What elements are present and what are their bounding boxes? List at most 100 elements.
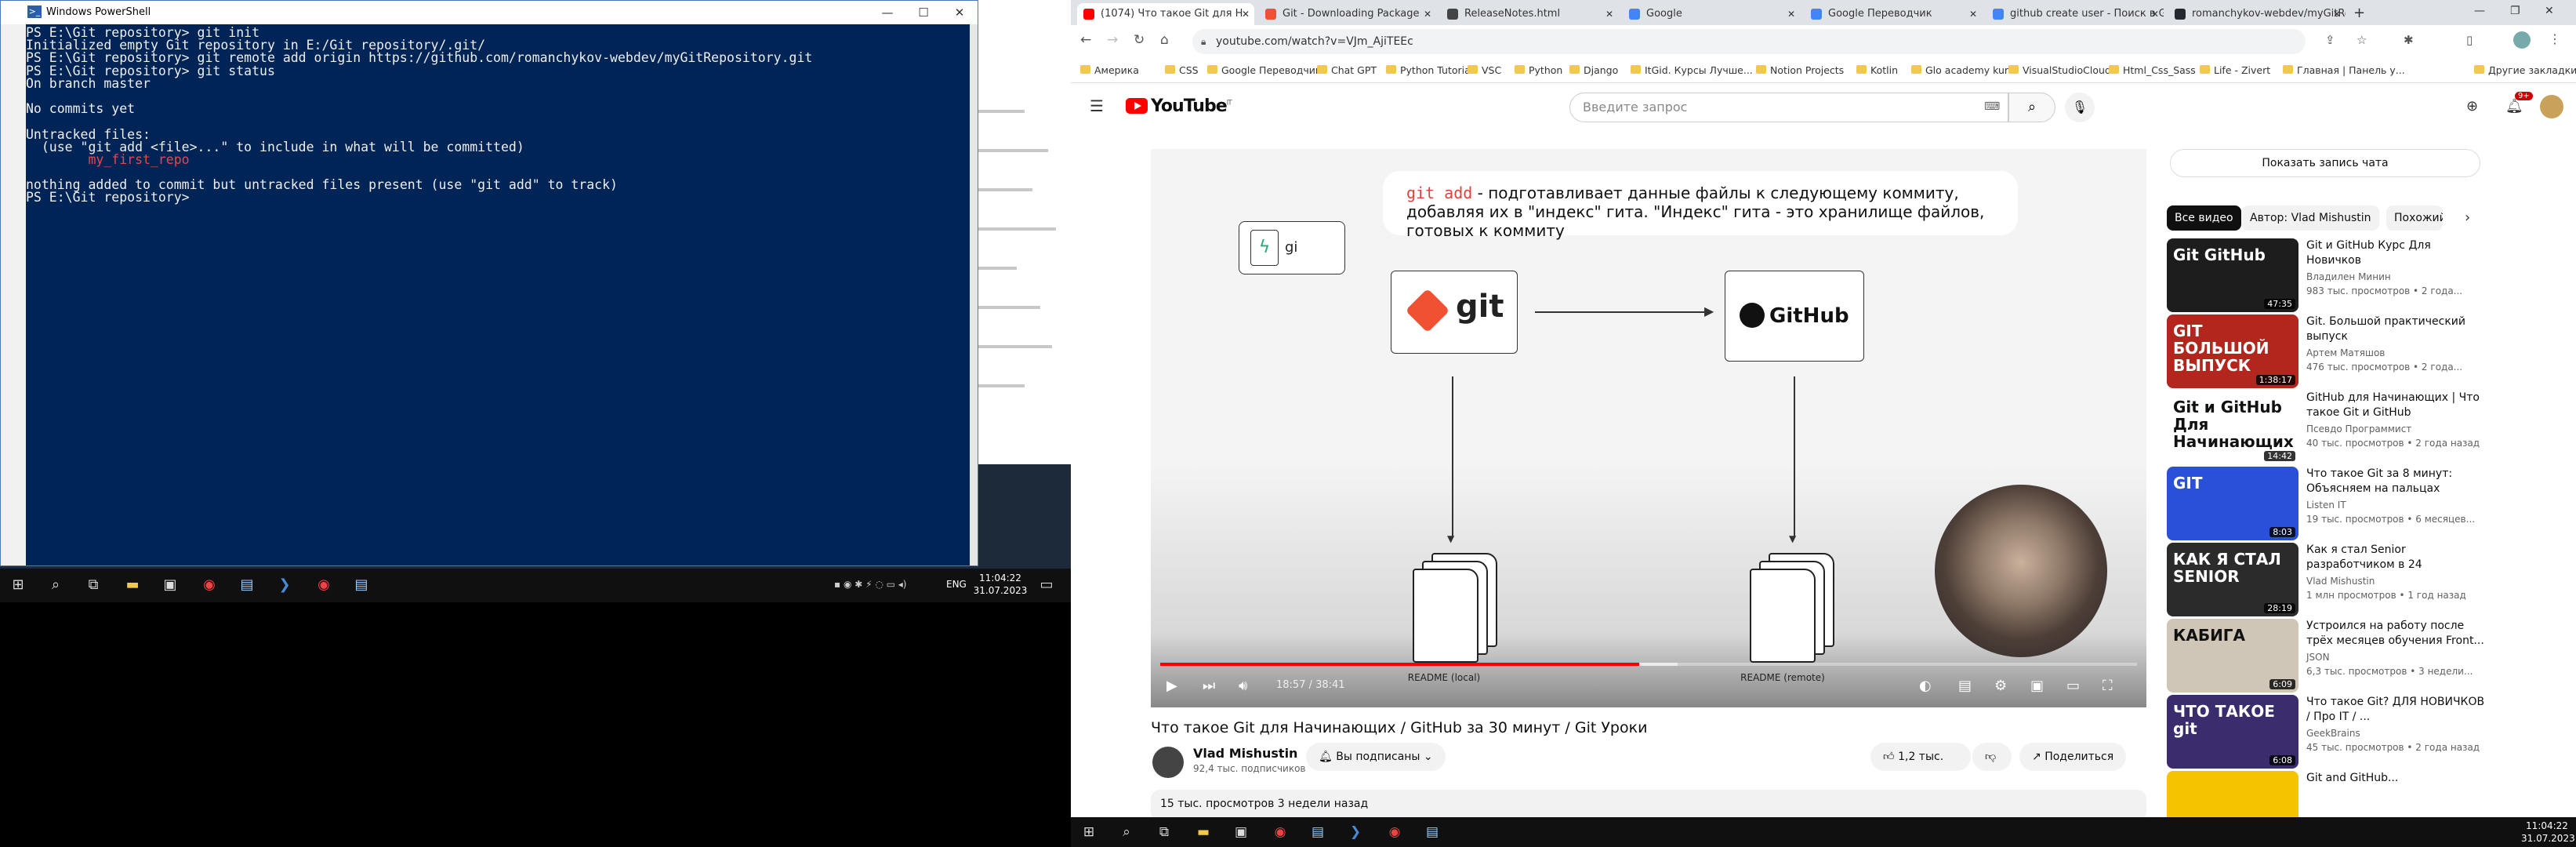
tab-youtube[interactable]: (1074) Что такое Git для Н ✕	[1077, 3, 1254, 25]
back-icon[interactable]: ←	[1080, 32, 1091, 48]
chip-author[interactable]: Автор: Vlad Mishustin	[2242, 205, 2379, 231]
close-icon[interactable]: ✕	[1605, 3, 1613, 25]
like-button[interactable]: 👍︎ 1,2 тыс.	[1870, 743, 1971, 771]
channel-avatar[interactable]	[1152, 747, 1184, 778]
recommendation-title[interactable]: Что такое Git? ДЛЯ НОВИЧКОВ / Про IT / .…	[2306, 695, 2487, 725]
recommendation-channel[interactable]: GeekBrains	[2306, 728, 2360, 739]
tab-github-repo[interactable]: romanchykov-webdev/myGitRe ✕	[2168, 3, 2346, 25]
description-box[interactable]: 15 тыс. просмотров 3 недели назад	[1151, 790, 2146, 821]
new-tab-button[interactable]: +	[2353, 5, 2365, 21]
video-thumbnail[interactable]: КАБИГА 6:09	[2167, 619, 2298, 693]
progress-bar[interactable]	[1160, 663, 2137, 666]
close-icon[interactable]: ✕	[2151, 3, 2159, 25]
bookmark-item[interactable]: Главная | Панель у...	[2283, 64, 2405, 76]
play-icon[interactable]: ▶	[1166, 678, 1177, 694]
file-explorer-icon[interactable]: ▬	[1193, 822, 1214, 842]
bookmark-item[interactable]: Америка	[1080, 64, 1139, 76]
tab-translate[interactable]: Google Переводчик ✕	[1805, 3, 1982, 25]
bookmark-item[interactable]: Django	[1569, 64, 1618, 76]
recommendation-item[interactable]: GIT БОЛЬШОЙ ВЫПУСК 1:38:17 Git. Большой пр…	[2167, 314, 2490, 390]
volume-icon[interactable]: 🔊︎	[1239, 678, 1247, 694]
chip-similar[interactable]: Похожий	[2386, 205, 2443, 231]
background-window[interactable]	[969, 0, 1071, 464]
bookmark-item[interactable]: VisualStudioCloud	[2008, 64, 2111, 76]
recommendation-title[interactable]: Git и GitHub Курс Для Новичков	[2306, 238, 2487, 268]
video-thumbnail[interactable]: ЧТО ТАКОЕ git 6:08	[2167, 695, 2298, 769]
tab-git-download[interactable]: Git - Downloading Package ✕	[1259, 3, 1436, 25]
recommendation-channel[interactable]: Vlad Mishustin	[2306, 576, 2375, 587]
windows-start-icon[interactable]: ⊞	[8, 575, 28, 595]
terminal-output[interactable]: PS E:\Git repository> git init Initialize…	[26, 24, 970, 565]
recommendation-item[interactable]: КАК Я СТАЛ SENIOR 28:19 Как я стал Senior …	[2167, 543, 2490, 618]
home-icon[interactable]: ⌂	[1160, 32, 1169, 48]
subtitles-icon[interactable]: ▤	[1958, 678, 1972, 694]
search-button[interactable]: ⌕	[2008, 93, 2055, 122]
autoplay-toggle[interactable]: ◐	[1919, 678, 1932, 694]
task-view-icon[interactable]: ⧉	[1154, 822, 1174, 842]
tab-release-notes[interactable]: ReleaseNotes.html ✕	[1441, 3, 1618, 25]
bell-icon[interactable]: 🔔︎	[2505, 98, 2523, 115]
app-icon[interactable]: ▤	[1308, 822, 1328, 842]
bookmark-item[interactable]: VSC	[1468, 64, 1501, 76]
chrome-icon[interactable]: ◉	[1270, 822, 1290, 842]
bookmark-item[interactable]: Python	[1515, 64, 1562, 76]
youtube-logo[interactable]: YouTubeIT	[1126, 96, 1232, 116]
bookmark-item[interactable]: Google Переводчик	[1207, 64, 1321, 76]
powershell-window[interactable]: >_ Windows PowerShell — ☐ ✕ PS E:\Git re…	[0, 0, 978, 566]
bookmark-item[interactable]: Life - Zivert	[2200, 64, 2270, 76]
search-icon[interactable]: ⌕	[1116, 822, 1137, 842]
recommendation-channel[interactable]: JSON	[2306, 652, 2330, 663]
recommendation-channel[interactable]: Псевдо Программист	[2306, 424, 2411, 434]
recommendation-channel[interactable]: Владилен Минин	[2306, 271, 2391, 282]
search-icon[interactable]: ⌕	[45, 575, 66, 595]
chrome-icon[interactable]: ◉	[314, 575, 334, 595]
close-icon[interactable]: ✕	[1969, 3, 1977, 25]
scrollbar[interactable]	[970, 24, 978, 565]
miniplayer-icon[interactable]: ▣	[2030, 678, 2044, 694]
hamburger-menu-icon[interactable]: ☰	[1090, 96, 1104, 115]
close-button[interactable]: ✕	[942, 1, 978, 24]
search-input[interactable]: Введите запрос	[1569, 93, 2008, 122]
clock[interactable]: 11:04:22 31.07.2023	[2521, 820, 2575, 845]
close-icon[interactable]: ✕	[1424, 3, 1431, 25]
avatar[interactable]	[2540, 95, 2563, 118]
maximize-button[interactable]: ❐	[2510, 5, 2520, 17]
language-indicator[interactable]: ENG	[946, 579, 967, 590]
tray-icons[interactable]: ▪ ◉ ✱ ⚡ ◌ ▭ ◂)	[834, 579, 906, 590]
powershell-taskbar-icon[interactable]: ❯	[274, 575, 295, 595]
extensions-icon[interactable]: ✱	[2404, 33, 2414, 47]
minimize-button[interactable]: —	[2474, 5, 2485, 17]
forward-icon[interactable]: →	[1107, 32, 1118, 48]
tab-google[interactable]: Google ✕	[1623, 3, 1800, 25]
recommendation-item[interactable]: ЧТО ТАКОЕ git 6:08 Что такое Git? ДЛЯ НОВИ…	[2167, 695, 2490, 770]
show-chat-replay-button[interactable]: Показать запись чата	[2170, 149, 2480, 177]
chrome-icon[interactable]: ◉	[1384, 822, 1405, 842]
keyboard-icon[interactable]: ⌨	[1984, 100, 2000, 113]
bookmark-item[interactable]: Chat GPT	[1317, 64, 1377, 76]
app-icon[interactable]: ▤	[1422, 822, 1442, 842]
next-icon[interactable]: ⏭	[1203, 678, 1215, 694]
create-video-icon[interactable]: ⊕	[2466, 98, 2478, 115]
share-button[interactable]: ↗ Поделиться	[2019, 743, 2127, 771]
task-view-icon[interactable]: ⧉	[83, 575, 103, 595]
bookmark-item[interactable]: Другие закладки	[2474, 64, 2576, 76]
fullscreen-icon[interactable]: ⛶	[2103, 678, 2113, 694]
bookmark-item[interactable]: Kotlin	[1856, 64, 1898, 76]
recommendation-item[interactable]: Git GitHub 47:35 Git и GitHub Курс Для Нов…	[2167, 238, 2490, 314]
settings-gear-icon[interactable]: ⚙	[1994, 678, 2007, 694]
url-field[interactable]: 🔒︎ youtube.com/watch?v=VJm_AjiTEEc	[1192, 29, 2306, 54]
tab-github-search[interactable]: github create user - Поиск в G ✕	[1986, 3, 2164, 25]
clock[interactable]: 11:04:22 31.07.2023	[969, 572, 1032, 597]
recommendation-title[interactable]: Git and GitHub...	[2306, 771, 2487, 786]
app-icon[interactable]: ▤	[237, 575, 257, 595]
store-icon[interactable]: ▣	[160, 575, 180, 595]
close-icon[interactable]: ✕	[1787, 3, 1795, 25]
bookmark-item[interactable]: CSS	[1165, 64, 1199, 76]
star-icon[interactable]: ☆	[2356, 33, 2367, 47]
menu-icon[interactable]: ⋮	[2549, 31, 2561, 46]
app-icon[interactable]: ▤	[351, 575, 372, 595]
notifications-icon[interactable]: ▭	[1036, 575, 1057, 595]
recommendation-title[interactable]: Git. Большой практический выпуск	[2306, 314, 2487, 344]
recommendation-title[interactable]: GitHub для Начинающих | Что такое Git и …	[2306, 391, 2487, 420]
subscribed-button[interactable]: 🔔︎ Вы подписаны ⌄	[1306, 743, 1446, 771]
